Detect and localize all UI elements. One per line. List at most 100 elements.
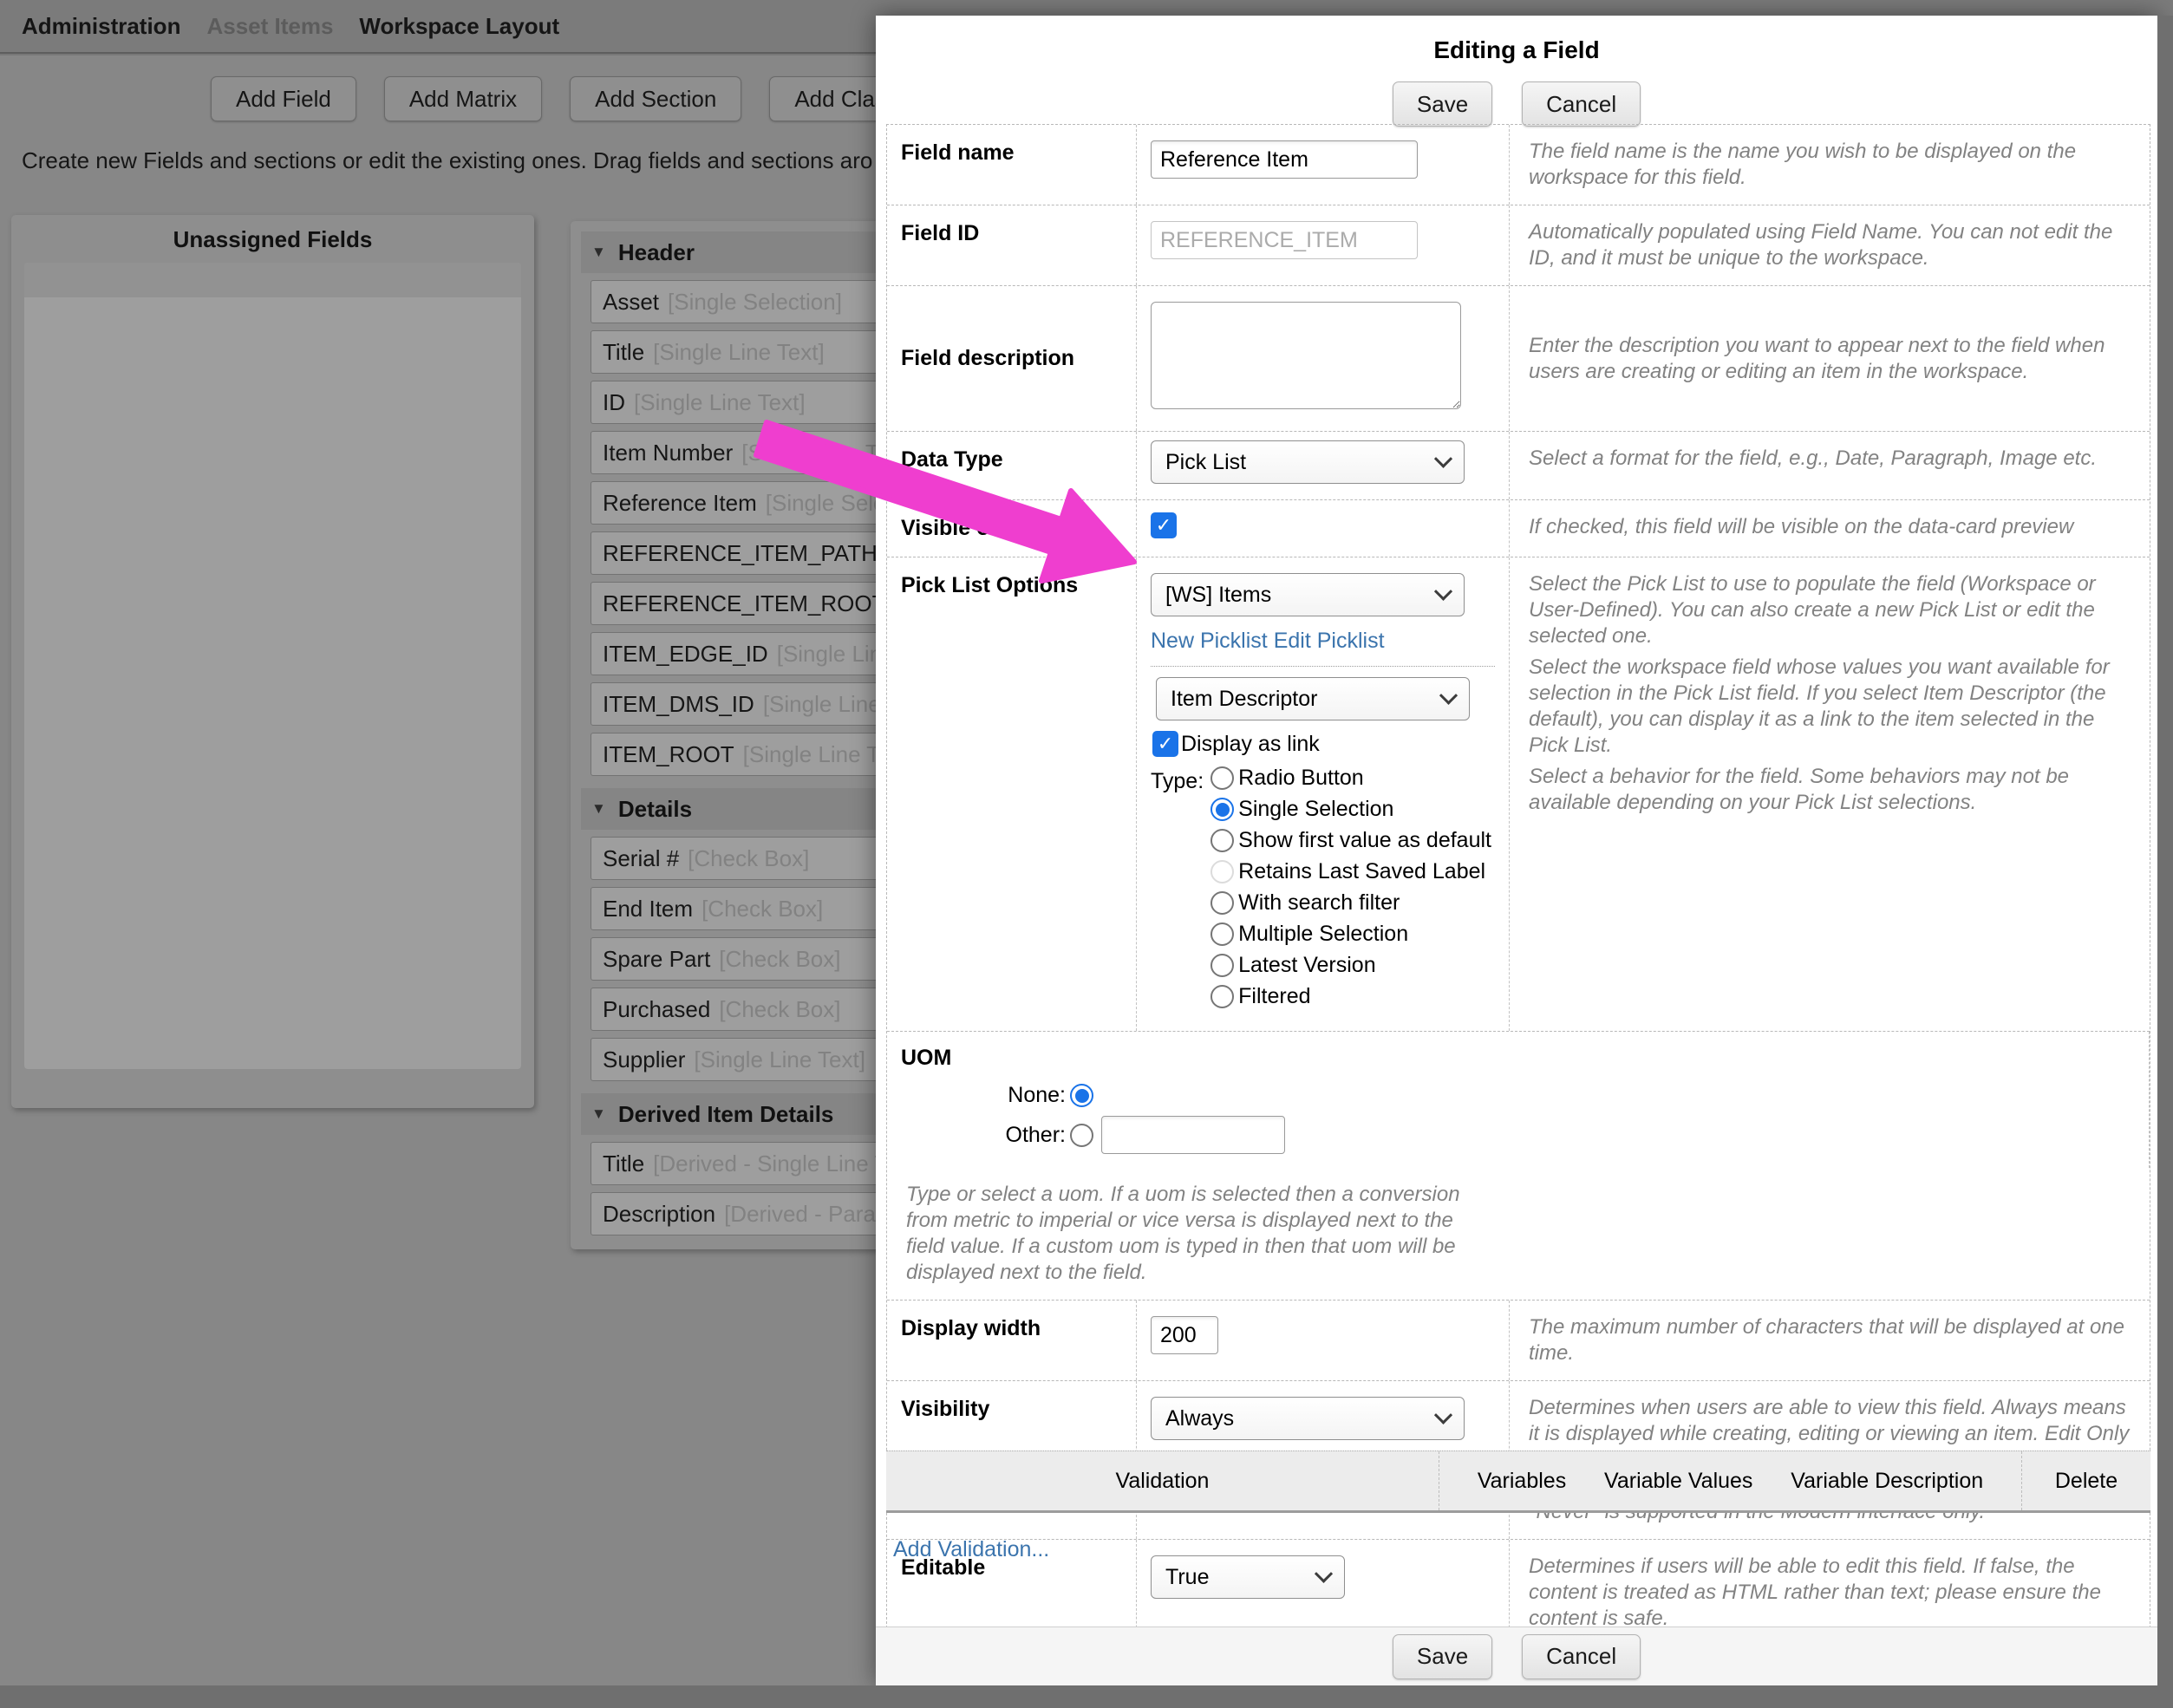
field-label: ITEM_EDGE_ID [603,641,768,668]
page-bottom-margin [0,1685,2173,1708]
picklist-divider [1151,666,1495,667]
add-validation-link[interactable]: Add Validation... [893,1537,1049,1562]
uom-none-radio[interactable] [1070,1084,1093,1107]
visible-on-preview-checkbox[interactable]: ✓ [1151,512,1177,538]
radio-multiple-selection[interactable] [1210,922,1234,946]
variable-values-column-header: Variable Values [1604,1469,1752,1494]
radio-latest-version[interactable] [1210,954,1234,977]
uom-other-input[interactable] [1101,1116,1285,1154]
field-label: Title [603,339,644,366]
variable-description-column-header: Variable Description [1791,1469,1983,1494]
uom-other-radio[interactable] [1070,1124,1093,1147]
radio-label: Radio Button [1238,766,1364,791]
field-id-input [1151,221,1418,259]
dialog-title: Editing a Field [876,16,2157,64]
field-type: [Check Box] [701,896,823,922]
radio-with-search-filter[interactable] [1210,891,1234,915]
display-width-help: The maximum number of characters that wi… [1510,1301,2150,1380]
chevron-down-icon [1434,449,1452,467]
field-label: Reference Item [603,490,757,517]
field-label: Supplier [603,1046,685,1073]
radio-label: Filtered [1238,984,1310,1009]
field-label: Serial # [603,845,679,872]
field-label: REFERENCE_ITEM_PATH [603,540,878,567]
picklist-select[interactable]: [WS] Items [1151,573,1465,616]
new-picklist-link[interactable]: New Picklist [1151,629,1268,653]
uom-none-label: None: [901,1083,1066,1108]
row-data-type: Data Type Pick List Select a format for … [887,432,2150,500]
picklist-value: [WS] Items [1165,583,1271,608]
chevron-down-icon [1439,686,1458,704]
row-uom: UOM None: Other: Type or select a uom. I… [887,1032,2150,1301]
radio-radio-button[interactable] [1210,766,1234,790]
save-button-bottom[interactable]: Save [1393,1634,1492,1679]
row-pick-list-options: Pick List Options [WS] Items New Picklis… [887,557,2150,1032]
tab-administration[interactable]: Administration [22,13,180,40]
tab-asset-items[interactable]: Asset Items [206,13,333,40]
row-field-name: Field name The field name is the name yo… [887,125,2150,205]
picklist-links: New Picklist Edit Picklist [1151,629,1495,654]
delete-column-header: Delete [2022,1469,2150,1494]
unassigned-fields-panel: Unassigned Fields [11,215,534,1108]
display-width-label: Display width [887,1301,1137,1380]
visible-on-preview-label: Visible on preview [887,500,1137,557]
radio-filtered[interactable] [1210,985,1234,1008]
collapse-triangle-icon: ▼ [591,1105,606,1123]
validation-column-header: Validation [886,1451,1439,1510]
field-id-label: Field ID [887,205,1137,285]
field-label: ID [603,389,625,416]
unassigned-fields-droplist[interactable] [24,263,521,1069]
field-description-label: Field description [887,286,1137,431]
radio-show-first-value[interactable] [1210,829,1234,852]
field-label: Title [603,1151,644,1177]
radio-single-selection[interactable] [1210,798,1234,821]
save-button[interactable]: Save [1393,81,1492,127]
tab-workspace-layout[interactable]: Workspace Layout [359,13,559,40]
add-field-button[interactable]: Add Field [211,76,356,121]
descriptor-select[interactable]: Item Descriptor [1156,677,1470,720]
row-display-width: Display width The maximum number of char… [887,1301,2150,1381]
collapse-triangle-icon: ▼ [591,800,606,818]
radio-retains-last-saved-label [1210,860,1234,883]
layout-intro-text: Create new Fields and sections or edit t… [22,147,873,174]
unassigned-fields-empty-row [24,263,521,297]
field-type: [Check Box] [719,946,840,973]
field-name-help: The field name is the name you wish to b… [1510,125,2150,205]
data-type-help: Select a format for the field, e.g., Dat… [1510,432,2150,499]
variables-column-header: Variables [1478,1469,1566,1494]
field-type: [Single Line Text] [653,339,825,366]
field-description-textarea[interactable] [1151,302,1461,409]
visibility-select[interactable]: Always [1151,1397,1465,1440]
pick-list-help-1: Select the Pick List to use to populate … [1529,571,2131,649]
add-matrix-button[interactable]: Add Matrix [384,76,542,121]
data-type-select[interactable]: Pick List [1151,440,1465,484]
display-as-link-label: Display as link [1181,732,1320,757]
dialog-top-buttons: Save Cancel [876,81,2157,127]
field-name-input[interactable] [1151,140,1418,179]
uom-label: UOM [901,1046,2135,1071]
field-type: [Single Line Text] [634,389,806,416]
pick-list-help: Select the Pick List to use to populate … [1510,557,2150,1031]
descriptor-value: Item Descriptor [1171,687,1317,712]
field-name-label: Field name [887,125,1137,205]
field-id-help: Automatically populated using Field Name… [1510,205,2150,285]
section-title: Details [618,796,692,823]
cancel-button-bottom[interactable]: Cancel [1522,1634,1641,1679]
validation-table: Validation Variables Variable Values Var… [886,1450,2150,1562]
field-label: Spare Part [603,946,710,973]
edit-picklist-link[interactable]: Edit Picklist [1274,629,1385,653]
uom-other-label: Other: [901,1123,1066,1148]
display-as-link-checkbox[interactable]: ✓ [1152,731,1178,757]
field-type: [Check Box] [688,845,809,872]
validation-header-row: Validation Variables Variable Values Var… [886,1450,2150,1513]
visible-on-preview-help: If checked, this field will be visible o… [1510,500,2150,557]
editable-value: True [1165,1565,1209,1590]
add-section-button[interactable]: Add Section [570,76,741,121]
display-width-input[interactable] [1151,1316,1218,1354]
field-label: REFERENCE_ITEM_ROOT [603,590,886,617]
field-description-help: Enter the description you want to appear… [1510,286,2150,431]
cancel-button[interactable]: Cancel [1522,81,1641,127]
field-label: ITEM_DMS_ID [603,691,754,718]
data-type-label: Data Type [887,432,1137,499]
chevron-down-icon [1315,1564,1333,1582]
